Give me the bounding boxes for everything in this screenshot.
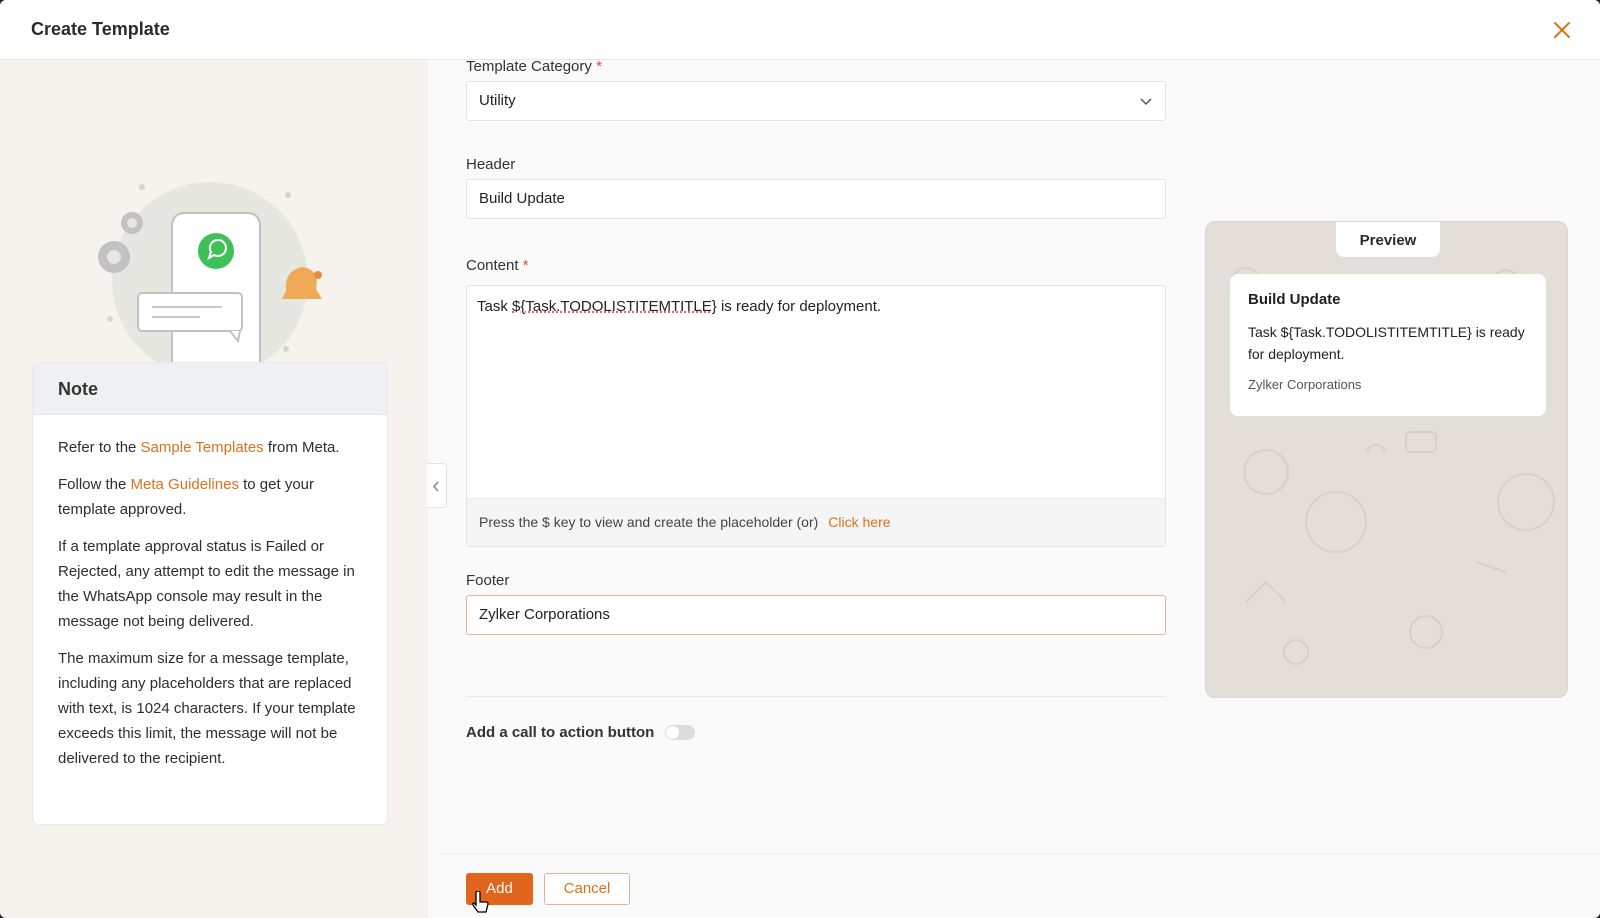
note-body: Refer to the Sample Templates from Meta.… (33, 415, 387, 771)
cancel-button[interactable]: Cancel (544, 873, 630, 905)
required-mark: * (522, 257, 529, 274)
content-label-text: Content (466, 257, 519, 274)
required-mark: * (596, 58, 602, 75)
header-label: Header (466, 156, 516, 173)
note-paragraph-4: The maximum size for a message template,… (58, 650, 356, 767)
content-placeholder: ${Task.TODOLISTITEMTITLE} (512, 298, 717, 315)
content-text-part: Task (477, 298, 513, 315)
form-divider (466, 696, 1166, 697)
footer-input[interactable]: Zylker Corporations (466, 595, 1166, 635)
note-title: Note (33, 363, 387, 415)
note-text: from Meta. (263, 439, 340, 456)
close-icon[interactable] (1550, 18, 1574, 42)
note-paragraph-3: If a template approval status is Failed … (58, 538, 355, 630)
preview-footer: Zylker Corporations (1248, 377, 1362, 392)
note-text: Follow the (58, 476, 131, 493)
whatsapp-illustration (90, 175, 330, 390)
content-text-part: is ready for deployment. (716, 298, 882, 315)
preview-tab: Preview (1336, 222, 1440, 257)
chevron-down-icon (1140, 98, 1152, 106)
note-card: Note Refer to the Sample Templates from … (32, 362, 388, 825)
modal-header: Create Template (0, 0, 1600, 60)
meta-guidelines-link[interactable]: Meta Guidelines (131, 476, 239, 493)
preview-content: Task ${Task.TODOLISTITEMTITLE} is ready … (1248, 324, 1525, 362)
placeholder-helper: Press the $ key to view and create the p… (467, 498, 1165, 546)
content-label: Content * (466, 257, 529, 274)
modal-title: Create Template (31, 19, 170, 39)
sample-templates-link[interactable]: Sample Templates (141, 439, 264, 456)
footer-value: Zylker Corporations (479, 606, 610, 623)
create-template-modal: Create Template Note Refer to the Sample… (0, 0, 1600, 918)
content-editor[interactable]: Task ${Task.TODOLISTITEMTITLE} is ready … (466, 285, 1166, 547)
preview-header: Build Update (1248, 291, 1341, 308)
preview-panel: Preview Build Update Task ${Task.TODOLIS… (1205, 221, 1568, 698)
message-bubble: Build Update Task ${Task.TODOLISTITEMTIT… (1230, 274, 1546, 416)
header-value: Build Update (479, 190, 565, 207)
category-select[interactable]: Utility (466, 81, 1166, 121)
category-value: Utility (479, 92, 516, 109)
content-text[interactable]: Task ${Task.TODOLISTITEMTITLE} is ready … (467, 286, 1165, 327)
footer-label: Footer (466, 572, 510, 589)
category-label: Template Category * (466, 58, 602, 75)
cta-toggle-row: Add a call to action button (466, 724, 696, 741)
note-paragraph-1: Refer to the Sample Templates from Meta. (58, 435, 362, 460)
chevron-left-icon (432, 481, 439, 492)
helper-text: Press the $ key to view and create the p… (479, 514, 819, 530)
category-label-text: Template Category (466, 58, 592, 75)
cta-toggle[interactable] (665, 725, 696, 740)
cta-label: Add a call to action button (466, 724, 655, 741)
collapse-panel-button[interactable] (427, 463, 447, 508)
header-input[interactable]: Build Update (466, 179, 1166, 219)
info-panel: Note Refer to the Sample Templates from … (0, 60, 428, 918)
click-here-link[interactable]: Click here (828, 514, 890, 530)
note-text: Refer to the (58, 439, 141, 456)
hand-cursor-icon (471, 890, 491, 918)
note-paragraph-2: Follow the Meta Guidelines to get your t… (58, 472, 362, 522)
toggle-knob (666, 726, 680, 739)
